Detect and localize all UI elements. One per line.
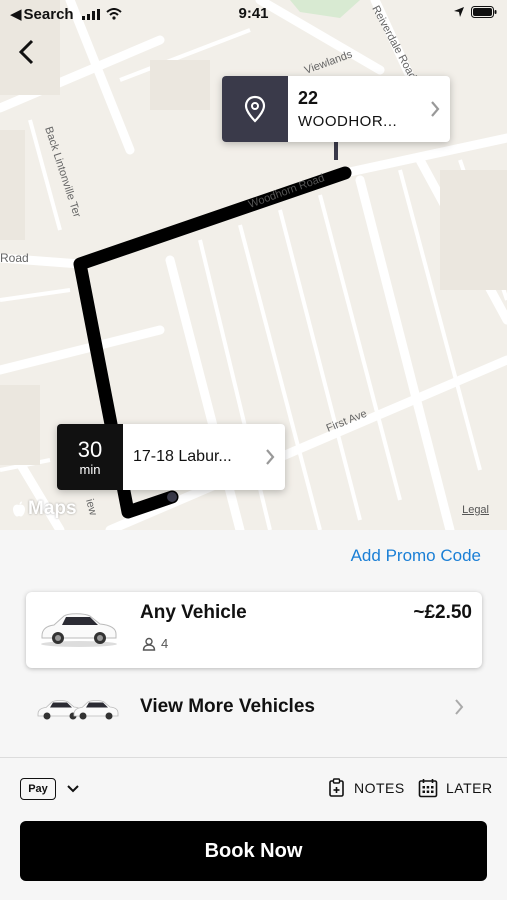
location-pin-icon: [244, 95, 266, 123]
notes-button[interactable]: NOTES: [328, 778, 405, 798]
eta-box: 30 min: [57, 424, 123, 490]
origin-pin-card[interactable]: 30 min 17-18 Labur...: [57, 424, 285, 490]
view-more-chevron: [454, 698, 464, 721]
chevron-right-icon: [455, 699, 464, 715]
car-image: [41, 613, 117, 647]
apple-pay-badge: Pay: [20, 778, 56, 800]
status-time: 9:41: [238, 5, 269, 22]
destination-pin-icon-box: [222, 76, 288, 142]
later-label: LATER: [446, 780, 493, 796]
vehicle-capacity-value: 4: [161, 636, 169, 651]
destination-pin-text: 22 WOODHOR...: [288, 76, 420, 142]
destination-house-number: 22: [298, 88, 319, 108]
calendar-icon: [418, 779, 438, 798]
view-more-vehicles-row[interactable]: View More Vehicles: [26, 686, 482, 730]
vehicle-price: ~£2.50: [413, 602, 472, 623]
chevron-right-icon: [266, 449, 275, 465]
status-bar: ◀ Search 9:41: [0, 0, 507, 28]
notes-icon: [329, 778, 344, 797]
origin-dot: [167, 492, 177, 502]
legal-link[interactable]: Legal: [462, 504, 489, 516]
maps-label: Maps: [28, 498, 77, 519]
apple-maps-logo: Maps: [12, 498, 77, 520]
apple-pay-label: Pay: [28, 783, 48, 795]
schedule-later-button[interactable]: LATER: [418, 778, 493, 798]
section-divider: [0, 757, 507, 758]
person-icon: [142, 637, 156, 651]
add-promo-code-link[interactable]: Add Promo Code: [351, 546, 481, 566]
chevron-right-icon: [431, 101, 440, 117]
chevron-left-icon: [18, 39, 34, 65]
map-view[interactable]: Viewlands Reiverdale Road Back Lintonvil…: [0, 0, 507, 530]
vehicle-capacity: 4: [142, 636, 168, 651]
battery-icon: [471, 6, 497, 18]
eta-value: 30: [77, 436, 103, 462]
book-now-button[interactable]: Book Now: [20, 821, 487, 881]
cars-image: [37, 700, 119, 720]
destination-street: WOODHOR...: [298, 113, 398, 130]
chevron-down-icon: [67, 785, 79, 793]
street-label-road: Road: [0, 251, 29, 265]
location-arrow-icon: [454, 7, 464, 17]
apple-logo-icon: [13, 501, 25, 517]
payment-method-select[interactable]: Pay: [20, 778, 80, 800]
vehicle-option-card[interactable]: Any Vehicle 4 ~£2.50: [26, 592, 482, 668]
origin-chevron: [255, 424, 285, 490]
booking-sheet: Add Promo Code Any Vehicle 4 ~£2.50 View…: [0, 530, 507, 900]
back-button[interactable]: [10, 36, 42, 68]
destination-pin-card[interactable]: 22 WOODHOR...: [222, 76, 450, 142]
vehicle-name: Any Vehicle: [140, 602, 247, 623]
origin-address: 17-18 Labur...: [133, 448, 232, 465]
notes-label: NOTES: [354, 780, 405, 796]
view-more-vehicles-label: View More Vehicles: [140, 696, 315, 717]
status-right: [453, 6, 497, 18]
destination-chevron: [420, 76, 450, 142]
eta-unit: min: [79, 461, 101, 477]
